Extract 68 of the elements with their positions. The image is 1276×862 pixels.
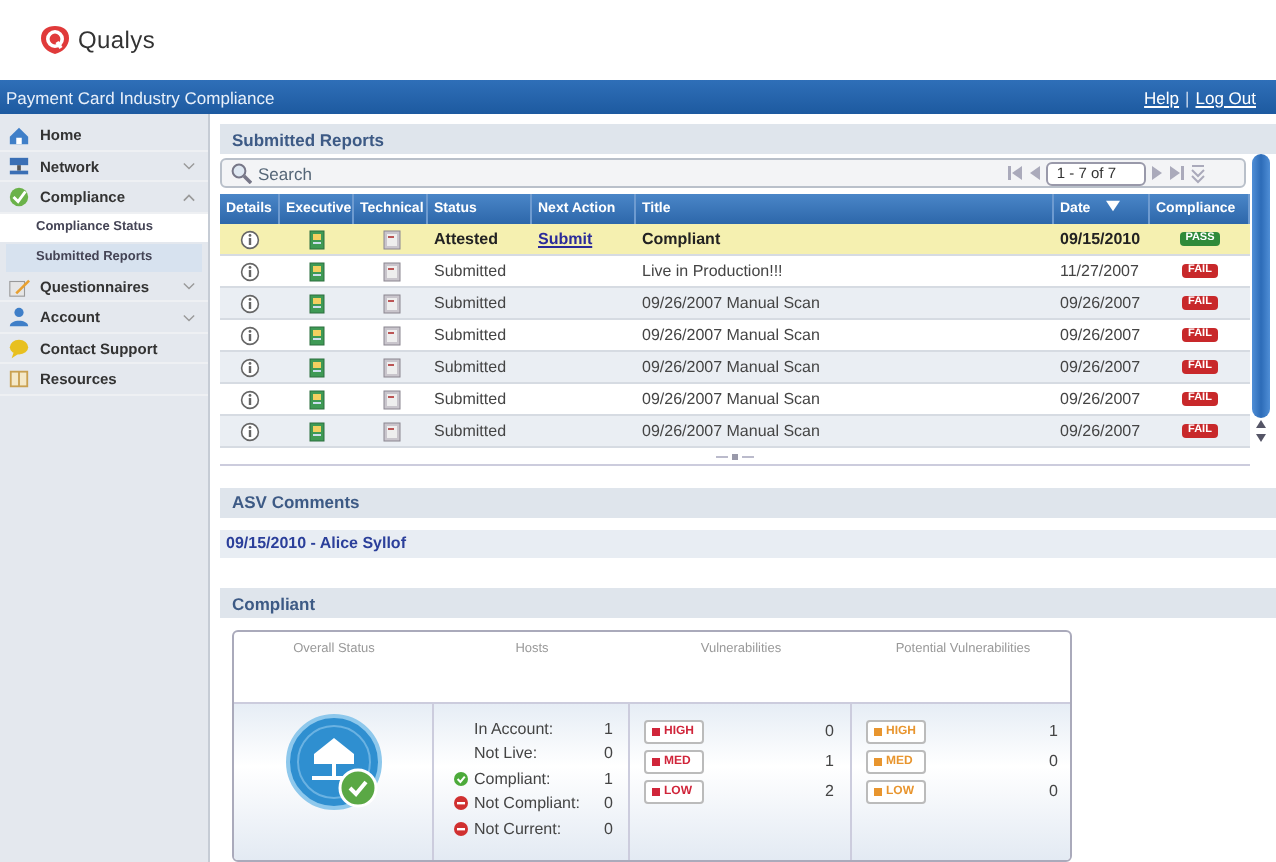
info-icon[interactable] — [240, 261, 260, 281]
host-label: In Account: — [474, 719, 554, 738]
host-label: Not Current: — [474, 819, 562, 838]
person-icon — [8, 306, 30, 329]
network-icon — [8, 155, 30, 178]
next-page-icon[interactable] — [1152, 164, 1164, 182]
logo-icon — [40, 24, 70, 56]
brand-name: Qualys — [78, 26, 156, 54]
document-icon[interactable] — [308, 325, 326, 345]
comment-entry: 09/15/2010 - Alice Syllof — [220, 529, 1276, 558]
checkmark-icon — [8, 186, 30, 209]
document-icon[interactable] — [308, 357, 326, 377]
info-icon[interactable] — [240, 389, 260, 409]
collapse-icon[interactable] — [1190, 163, 1206, 183]
document-icon[interactable] — [381, 229, 401, 249]
section-header: ASV Comments — [220, 487, 1276, 518]
help-link[interactable]: Help — [1144, 87, 1180, 107]
host-label: Compliant: — [474, 769, 551, 788]
section-header: Submitted Reports — [220, 124, 1276, 154]
document-icon[interactable] — [381, 357, 401, 377]
document-icon[interactable] — [308, 261, 326, 281]
vulnerability-count: 0 — [1049, 752, 1058, 770]
book-icon — [8, 368, 30, 391]
sort-arrow-icon — [1106, 200, 1121, 212]
home-icon — [8, 124, 30, 147]
host-count: 1 — [602, 719, 613, 738]
app-title: Payment Card Industry Compliance — [6, 87, 275, 107]
document-icon[interactable] — [308, 229, 326, 249]
host-label: Not Live: — [474, 744, 538, 763]
search-icon — [230, 162, 252, 184]
blocked-icon — [454, 796, 468, 811]
host-count: 0 — [602, 819, 613, 838]
document-icon[interactable] — [381, 293, 401, 313]
info-icon[interactable] — [240, 325, 260, 345]
info-icon[interactable] — [240, 421, 260, 441]
host-count: 1 — [602, 769, 613, 788]
last-page-icon[interactable] — [1170, 164, 1184, 182]
resize-handle[interactable] — [716, 453, 754, 459]
host-count: 0 — [602, 794, 613, 813]
info-icon[interactable] — [240, 229, 260, 249]
ok-icon — [454, 771, 468, 786]
scrollbar[interactable] — [1252, 154, 1270, 418]
info-icon[interactable] — [240, 357, 260, 377]
vulnerability-count: 0 — [1049, 782, 1058, 800]
document-icon[interactable] — [381, 325, 401, 345]
document-icon[interactable] — [381, 389, 401, 409]
first-page-icon[interactable] — [1008, 164, 1023, 182]
previous-page-icon[interactable] — [1028, 164, 1041, 182]
host-label: Not Compliant: — [474, 794, 580, 813]
info-icon[interactable] — [240, 293, 260, 313]
document-icon[interactable] — [308, 389, 326, 409]
logout-link[interactable]: Log Out — [1195, 87, 1256, 107]
vulnerability-count: 2 — [825, 782, 834, 800]
speech-bubble-icon — [8, 337, 30, 360]
pencil-icon — [8, 275, 30, 298]
document-icon[interactable] — [308, 293, 326, 313]
blocked-icon — [454, 821, 468, 836]
link-separator: | — [1185, 87, 1190, 107]
scroll-arrows-icon[interactable] — [1252, 418, 1270, 444]
host-count: 0 — [602, 744, 613, 763]
document-icon[interactable] — [308, 421, 326, 441]
document-icon[interactable] — [381, 261, 401, 281]
submit-link[interactable]: Submit — [538, 224, 593, 254]
vulnerability-count: 1 — [825, 752, 834, 770]
section-header: Compliant — [220, 588, 1276, 618]
vulnerability-count: 1 — [1049, 722, 1058, 740]
vulnerability-count: 0 — [825, 722, 834, 740]
document-icon[interactable] — [381, 421, 401, 441]
